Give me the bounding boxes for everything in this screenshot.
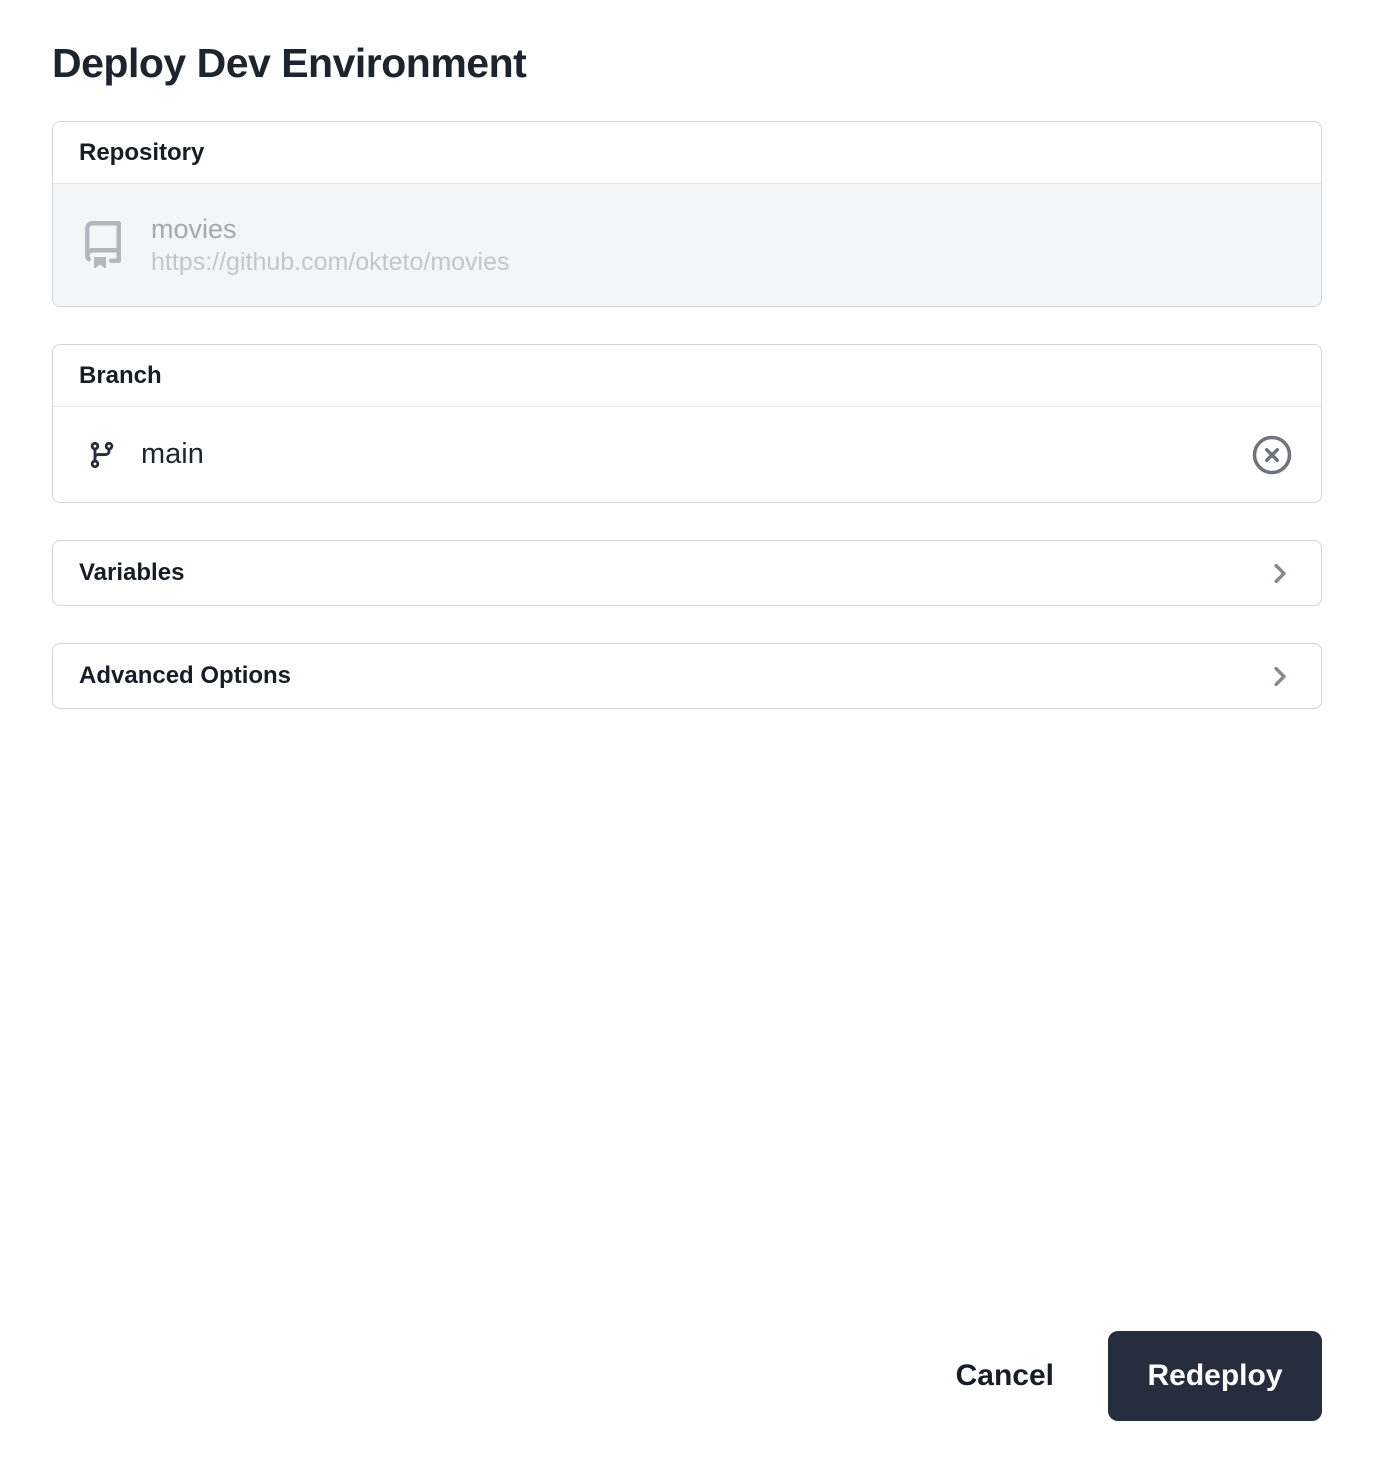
- cancel-button[interactable]: Cancel: [956, 1359, 1054, 1393]
- repository-field-disabled: movies https://github.com/okteto/movies: [53, 184, 1321, 306]
- clear-branch-button[interactable]: [1251, 434, 1293, 476]
- x-circle-icon: [1251, 434, 1293, 476]
- branch-section-header: Branch: [53, 345, 1321, 407]
- page-title: Deploy Dev Environment: [52, 40, 1322, 87]
- branch-section: Branch main: [52, 344, 1322, 503]
- repository-section-header: Repository: [53, 122, 1321, 184]
- redeploy-button[interactable]: Redeploy: [1108, 1331, 1322, 1421]
- repository-value: movies https://github.com/okteto/movies: [151, 212, 510, 278]
- branch-selector[interactable]: main: [53, 407, 1321, 502]
- advanced-options-section-toggle[interactable]: Advanced Options: [52, 643, 1322, 709]
- advanced-options-label: Advanced Options: [79, 662, 291, 690]
- git-branch-icon: [87, 440, 117, 470]
- deploy-dev-environment-dialog: Deploy Dev Environment Repository movies…: [0, 0, 1378, 1472]
- dialog-actions: Cancel Redeploy: [956, 1331, 1322, 1421]
- branch-value: main: [141, 438, 1251, 471]
- repository-label: Repository: [79, 139, 204, 166]
- repository-name: movies: [151, 212, 510, 246]
- branch-label: Branch: [79, 362, 162, 389]
- variables-section-toggle[interactable]: Variables: [52, 540, 1322, 606]
- variables-label: Variables: [79, 559, 184, 587]
- repository-url: https://github.com/okteto/movies: [151, 246, 510, 278]
- repository-section: Repository movies https://github.com/okt…: [52, 121, 1322, 307]
- repo-book-icon: [79, 221, 127, 269]
- chevron-right-icon: [1266, 560, 1293, 587]
- chevron-right-icon: [1266, 663, 1293, 690]
